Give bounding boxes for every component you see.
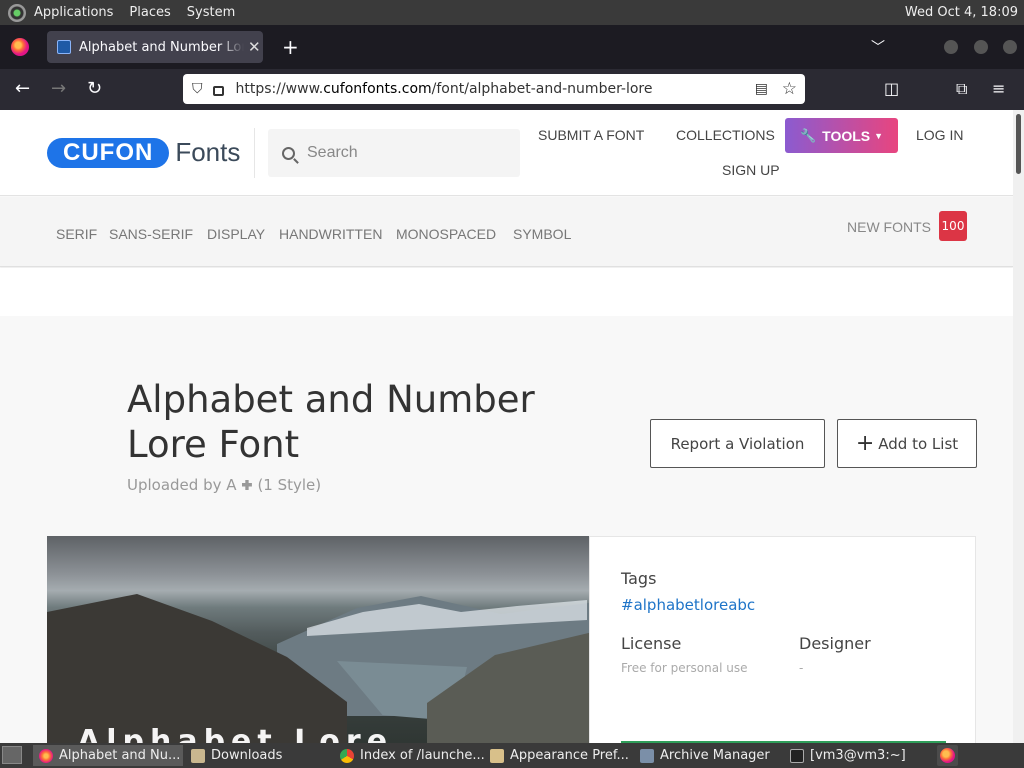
clock[interactable]: Wed Oct 4, 18:09 — [905, 5, 1018, 20]
site-header: CUFON Fonts SUBMIT A FONT COLLECTIONS 🔧 … — [0, 110, 1013, 196]
page-scrollbar[interactable] — [1013, 110, 1024, 743]
menu-applications[interactable]: Applications — [26, 5, 121, 20]
url-text[interactable]: https://www.cufonfonts.com/font/alphabet… — [236, 81, 653, 97]
category-symbol[interactable]: SYMBOL — [513, 226, 571, 242]
report-violation-button[interactable]: Report a Violation — [650, 419, 825, 468]
chrome-icon — [340, 748, 354, 763]
firefox-icon — [39, 748, 53, 763]
plus-icon: + — [855, 431, 875, 456]
shield-icon[interactable]: ⛉ — [192, 81, 203, 97]
page-viewport: CUFON Fonts SUBMIT A FONT COLLECTIONS 🔧 … — [0, 110, 1013, 743]
archive-icon — [640, 748, 654, 763]
category-display[interactable]: DISPLAY — [207, 226, 265, 242]
search-input[interactable] — [307, 144, 507, 162]
wrench-icon: 🔧 — [799, 127, 817, 143]
menu-places[interactable]: Places — [121, 5, 178, 20]
pocket-icon[interactable]: ◫ — [884, 79, 899, 98]
search-icon[interactable] — [282, 146, 295, 160]
chevron-down-icon[interactable]: ﹀ — [871, 37, 885, 57]
font-preview-image: Alphabet Lore — [47, 536, 589, 743]
tag-link[interactable]: #alphabetloreabc — [621, 596, 755, 614]
category-sans-serif[interactable]: SANS-SERIF — [109, 226, 193, 242]
url-domain: cufonfonts.com — [323, 81, 432, 97]
ad-band — [0, 268, 1013, 316]
header-divider — [254, 128, 255, 178]
add-to-list-button[interactable]: + Add to List — [837, 419, 977, 468]
signup-link[interactable]: SIGN UP — [722, 162, 780, 178]
appearance-icon — [490, 748, 504, 763]
task-label: Index of /launche... — [360, 748, 484, 763]
tools-label: TOOLS — [822, 127, 871, 144]
tab-favicon-icon — [57, 40, 71, 54]
reload-icon[interactable]: ↻ — [87, 78, 102, 99]
page-title: Alphabet and Number Lore Font — [127, 378, 535, 466]
tray-firefox-icon[interactable] — [937, 745, 958, 766]
collections-link[interactable]: COLLECTIONS — [676, 127, 775, 143]
task-label: Alphabet and Nu... — [59, 748, 181, 763]
report-violation-label: Report a Violation — [670, 434, 805, 453]
add-to-list-label: Add to List — [878, 434, 959, 453]
logo-text: Fonts — [175, 137, 241, 167]
task-archive-manager[interactable]: Archive Manager — [634, 745, 784, 766]
task-firefox[interactable]: Alphabet and Nu... — [33, 745, 183, 766]
reader-view-icon[interactable]: ▤ — [755, 81, 768, 97]
task-label: Downloads — [211, 748, 283, 763]
new-fonts-badge[interactable]: 100 — [939, 211, 967, 241]
category-handwritten[interactable]: HANDWRITTEN — [279, 226, 382, 242]
tools-button[interactable]: 🔧 TOOLS ▼ — [785, 118, 898, 153]
tab-title: Alphabet and Number Lore F — [79, 39, 244, 55]
close-tab-icon[interactable]: ✕ — [248, 38, 261, 56]
firefox-menu-icon[interactable] — [11, 38, 29, 56]
active-tab[interactable]: Alphabet and Number Lore F ✕ — [47, 31, 263, 63]
tab-bar: Alphabet and Number Lore F ✕ + ﹀ — [0, 25, 1024, 69]
url-bar[interactable]: ⛉ https://www.cufonfonts.com/font/alphab… — [183, 74, 805, 104]
maximize-window-icon[interactable] — [974, 40, 988, 54]
url-path: /font/alphabet-and-number-lore — [431, 81, 653, 97]
lock-icon[interactable] — [212, 86, 224, 96]
tags-label: Tags — [621, 569, 657, 588]
url-prefix: https://www. — [235, 81, 324, 97]
minimize-window-icon[interactable] — [944, 40, 958, 54]
category-serif[interactable]: SERIF — [56, 226, 97, 242]
font-info-card: Tags #alphabetloreabc License Free for p… — [589, 536, 976, 743]
extensions-icon[interactable]: ⧉ — [956, 79, 967, 99]
new-tab-icon[interactable]: + — [282, 35, 299, 59]
top-panel: Applications Places System Wed Oct 4, 18… — [0, 0, 1024, 25]
preview-text: Alphabet Lore — [77, 724, 394, 743]
show-desktop-icon[interactable] — [2, 746, 22, 764]
license-label: License — [621, 634, 682, 653]
close-window-icon[interactable] — [1003, 40, 1017, 54]
login-link[interactable]: LOG IN — [916, 127, 963, 143]
back-icon[interactable]: ← — [15, 78, 30, 99]
new-fonts-link[interactable]: NEW FONTS — [847, 219, 931, 235]
scrollbar-thumb[interactable] — [1016, 114, 1021, 174]
task-chrome[interactable]: Index of /launche... — [334, 745, 484, 766]
task-downloads[interactable]: Downloads — [185, 745, 330, 766]
submit-font-link[interactable]: SUBMIT A FONT — [538, 127, 644, 143]
taskbar: Alphabet and Nu... Downloads Index of /l… — [0, 743, 1024, 768]
search-box[interactable] — [268, 129, 520, 177]
terminal-icon — [790, 748, 804, 763]
hamburger-menu-icon[interactable]: ≡ — [992, 79, 1005, 98]
logo-pill: CUFON — [47, 137, 170, 168]
forward-icon[interactable]: → — [51, 78, 66, 99]
task-label: Archive Manager — [660, 748, 770, 763]
task-terminal[interactable]: [vm3@vm3:~] — [784, 745, 929, 766]
bookmark-star-icon[interactable]: ☆ — [782, 79, 797, 99]
task-label: [vm3@vm3:~] — [810, 748, 906, 763]
designer-value: - — [799, 661, 804, 675]
category-bar: SERIF SANS-SERIF DISPLAY HANDWRITTEN MON… — [0, 197, 1013, 267]
task-appearance[interactable]: Appearance Pref... — [484, 745, 634, 766]
menu-system[interactable]: System — [179, 5, 243, 20]
nav-bar: ← → ↻ ⛉ https://www.cufonfonts.com/font/… — [0, 69, 1024, 110]
license-value: Free for personal use — [621, 661, 748, 675]
designer-label: Designer — [799, 634, 871, 653]
os-logo-icon[interactable] — [8, 3, 26, 22]
task-label: Appearance Pref... — [510, 748, 629, 763]
category-monospaced[interactable]: MONOSPACED — [396, 226, 496, 242]
folder-icon — [191, 748, 205, 763]
caret-down-icon: ▼ — [874, 130, 884, 141]
site-logo[interactable]: CUFON Fonts — [47, 137, 240, 168]
uploaded-by: Uploaded by A 🞧 (1 Style) — [127, 476, 322, 494]
